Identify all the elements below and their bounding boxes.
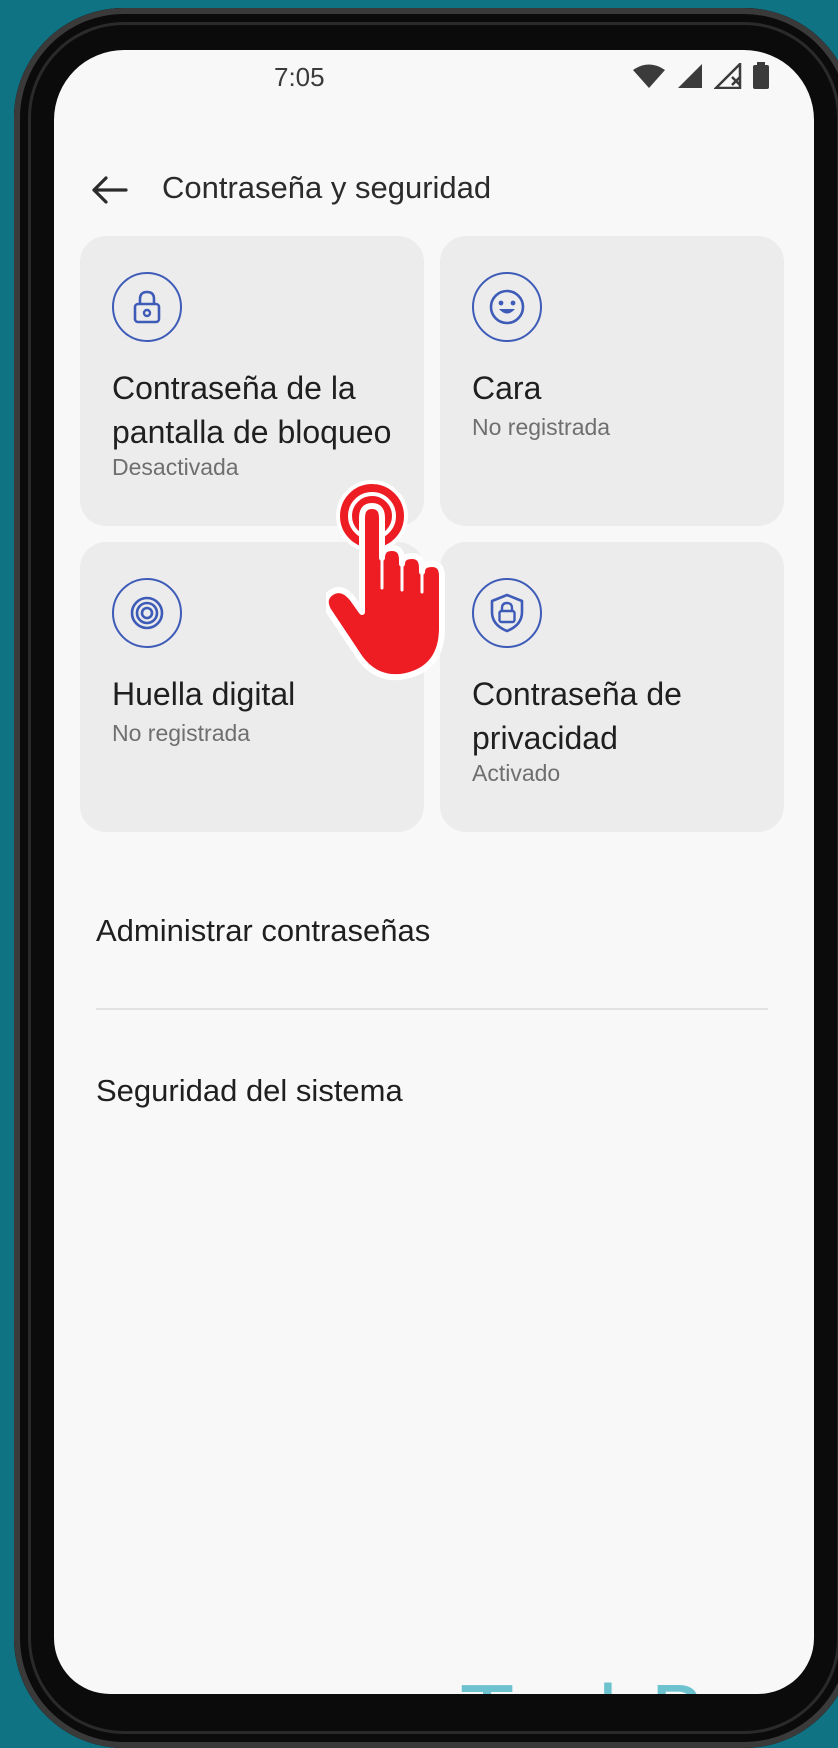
divider [96, 1008, 768, 1010]
phone-screen: 7:05 Contraseña y seguridad Contraseña d… [54, 50, 814, 1694]
status-icons [632, 62, 770, 90]
tile-status: Activado [472, 760, 561, 786]
page-title: Contraseña y seguridad [162, 170, 492, 205]
tile-status: No registrada [472, 414, 611, 440]
status-bar: 7:05 [54, 50, 814, 110]
signal-icon [678, 64, 702, 88]
wifi-icon [633, 64, 665, 88]
tile-status: Desactivada [112, 454, 239, 480]
tap-hand-icon [326, 480, 445, 681]
arrow-left-icon[interactable] [90, 170, 130, 210]
tile-title: Cara [472, 370, 542, 406]
tile-title: Contraseña de la pantalla de bloqueo [112, 370, 392, 450]
lock-icon [112, 272, 182, 342]
tile-privacy-password[interactable]: Contraseña de privacidad Activado [440, 542, 784, 832]
watermark-logo: TechBone [462, 1670, 814, 1694]
tile-title: Contraseña de privacidad [472, 676, 682, 756]
signal-x-icon [714, 63, 742, 89]
tile-status: No registrada [112, 720, 251, 746]
status-time: 7:05 [274, 62, 325, 92]
shield-lock-icon [472, 578, 542, 648]
fingerprint-icon [112, 578, 182, 648]
list-item-manage-passwords[interactable]: Administrar contraseñas [96, 896, 776, 966]
battery-icon [753, 62, 769, 89]
app-bar: Contraseña y seguridad [54, 156, 814, 226]
smiley-face-icon [472, 272, 542, 342]
tile-face[interactable]: Cara No registrada [440, 236, 784, 526]
list-item-system-security[interactable]: Seguridad del sistema [96, 1056, 776, 1126]
